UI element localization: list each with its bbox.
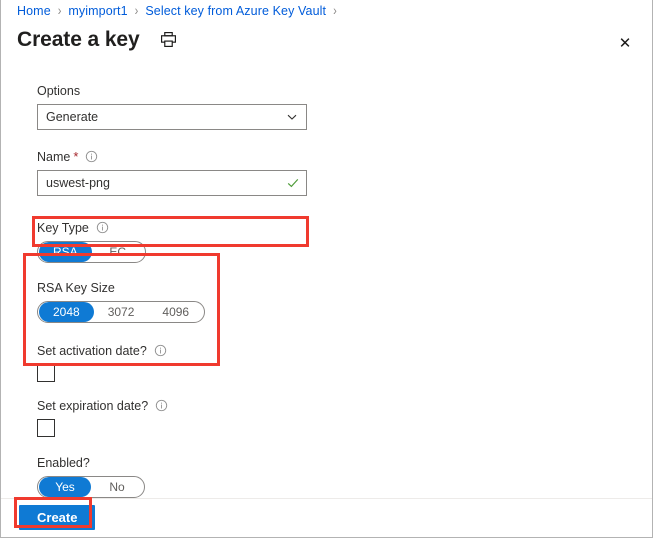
key-type-label-row: Key Type xyxy=(37,220,652,236)
set-activation-date-label: Set activation date? xyxy=(37,343,147,358)
set-expiration-date-checkbox[interactable] xyxy=(37,418,55,437)
breadcrumb: Home › myimport1 › Select key from Azure… xyxy=(1,0,652,22)
create-button[interactable]: Create xyxy=(19,505,96,531)
breadcrumb-item-myimport1[interactable]: myimport1 xyxy=(68,4,127,18)
rsa-key-size-option-2048[interactable]: 2048 xyxy=(39,301,94,322)
enabled-label: Enabled? xyxy=(37,455,90,470)
valid-check-icon xyxy=(286,176,300,190)
enabled-label-row: Enabled? xyxy=(37,455,652,471)
field-options: Options Generate xyxy=(1,83,652,130)
breadcrumb-separator-icon: › xyxy=(333,3,337,19)
info-icon[interactable] xyxy=(85,150,98,163)
blade-title-row: Create a key ✕ xyxy=(1,22,652,55)
rsa-key-size-label-row: RSA Key Size xyxy=(37,280,652,296)
field-enabled: Enabled? Yes No xyxy=(1,455,652,498)
rsa-key-size-option-4096[interactable]: 4096 xyxy=(148,302,203,322)
required-marker: * xyxy=(73,148,79,164)
enabled-option-yes[interactable]: Yes xyxy=(39,476,91,497)
options-select[interactable]: Generate xyxy=(37,103,307,130)
field-key-type: Key Type RSA EC xyxy=(1,214,652,263)
enabled-option-no[interactable]: No xyxy=(91,477,143,497)
set-activation-date-checkbox[interactable] xyxy=(37,363,55,382)
set-activation-date-label-row: Set activation date? xyxy=(37,343,652,359)
name-input-wrapper[interactable] xyxy=(37,169,307,196)
rsa-key-size-label: RSA Key Size xyxy=(37,280,115,295)
field-name: Name * xyxy=(1,149,652,196)
breadcrumb-separator-icon: › xyxy=(134,3,139,19)
close-icon[interactable]: ✕ xyxy=(612,30,638,56)
info-icon[interactable] xyxy=(96,221,109,234)
chevron-down-icon xyxy=(286,111,298,123)
options-select-value: Generate xyxy=(46,109,99,124)
form-body: Options Generate Name * uswest-png Key T… xyxy=(1,55,652,498)
options-label-row: Options xyxy=(37,83,652,99)
key-type-option-rsa[interactable]: RSA xyxy=(39,241,92,262)
breadcrumb-separator-icon: › xyxy=(57,3,62,19)
field-set-activation-date: Set activation date? xyxy=(1,343,652,382)
blade-footer: Create xyxy=(1,497,652,537)
rsa-key-size-toggle-group: 2048 3072 4096 xyxy=(37,300,206,323)
name-input[interactable] xyxy=(46,170,271,195)
info-icon[interactable] xyxy=(155,399,168,412)
page-title: Create a key xyxy=(17,27,140,51)
options-label: Options xyxy=(37,83,81,98)
breadcrumb-item-select-key[interactable]: Select key from Azure Key Vault xyxy=(145,4,326,18)
info-icon[interactable] xyxy=(154,344,167,357)
key-type-option-ec[interactable]: EC xyxy=(92,242,144,262)
create-key-blade: Home › myimport1 › Select key from Azure… xyxy=(0,0,653,538)
printer-icon[interactable] xyxy=(158,28,180,50)
field-set-expiration-date: Set expiration date? xyxy=(1,398,652,437)
set-expiration-date-label: Set expiration date? xyxy=(37,398,149,413)
name-label-row: Name * xyxy=(37,149,652,165)
enabled-toggle-group: Yes No xyxy=(37,475,145,498)
set-expiration-date-label-row: Set expiration date? xyxy=(37,398,652,414)
field-rsa-key-size: RSA Key Size 2048 3072 4096 xyxy=(1,280,652,323)
key-type-toggle-group: RSA EC xyxy=(37,240,146,263)
breadcrumb-item-home[interactable]: Home xyxy=(17,4,51,18)
rsa-key-size-option-3072[interactable]: 3072 xyxy=(94,302,149,322)
key-type-label: Key Type xyxy=(37,220,89,235)
name-label: Name xyxy=(37,149,71,164)
